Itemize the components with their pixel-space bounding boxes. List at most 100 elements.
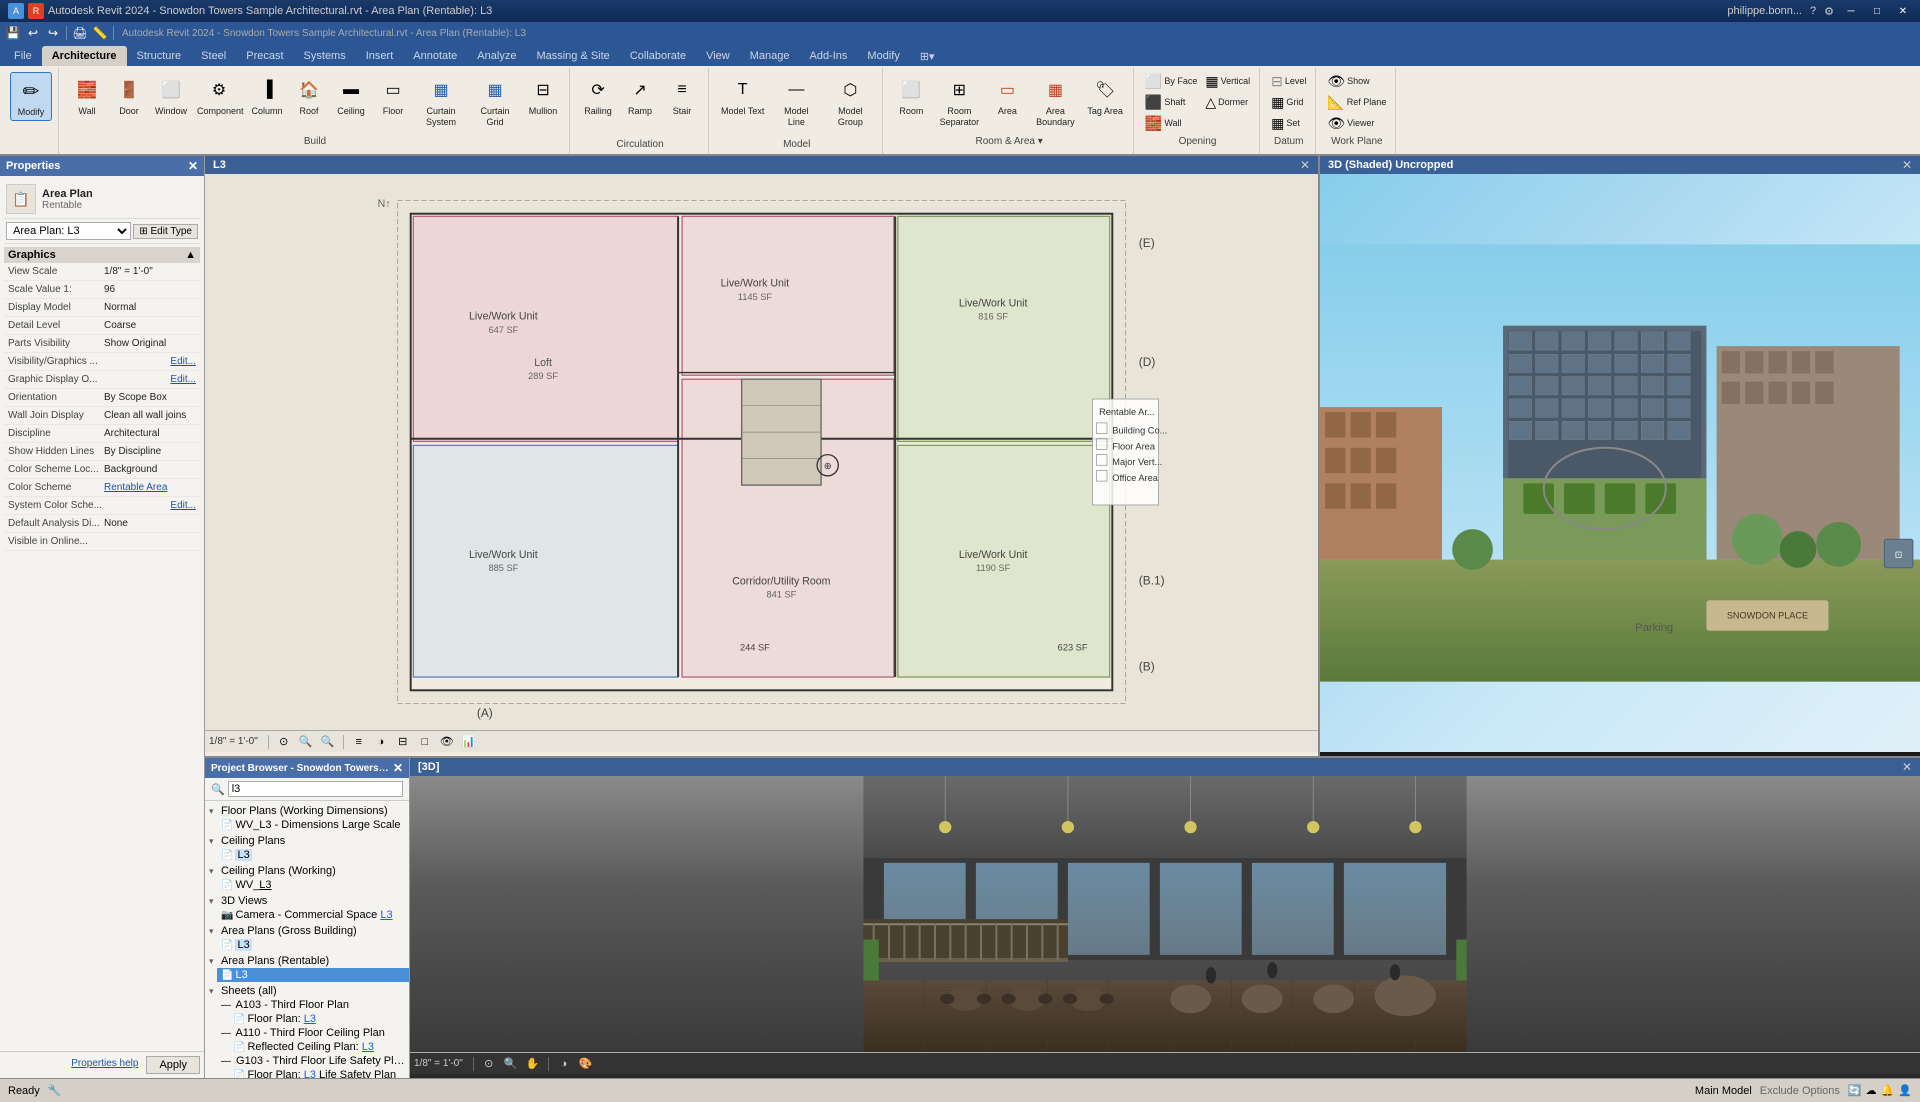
component-button[interactable]: ⚙ Component (193, 72, 245, 119)
properties-close-icon[interactable]: ✕ (188, 159, 198, 173)
properties-help-link[interactable]: Properties help (67, 1056, 142, 1074)
pb-item-a110[interactable]: — A110 - Third Floor Ceiling Plan (217, 1026, 409, 1040)
minimize-button[interactable]: ─ (1842, 4, 1860, 18)
pb-item-area-gross-l3[interactable]: 📄L3 (217, 938, 409, 952)
sync-icon[interactable]: 🔄 (1848, 1084, 1862, 1097)
shaft-button[interactable]: ⬛ Shaft (1142, 93, 1188, 112)
interior-view-canvas[interactable] (410, 776, 1920, 1052)
vertical-button[interactable]: ▦ Vertical (1202, 72, 1253, 91)
tab-insert[interactable]: Insert (356, 46, 404, 66)
wall-button[interactable]: 🧱 Wall (67, 72, 107, 119)
vtb-hide-crop[interactable]: □ (416, 733, 434, 751)
apply-button[interactable]: Apply (146, 1056, 200, 1074)
ceiling-button[interactable]: ▬ Ceiling (331, 72, 371, 119)
prop-selector-dropdown[interactable]: Area Plan: L3 (6, 222, 131, 240)
column-button[interactable]: ▐ Column (247, 72, 287, 119)
notifications-icon[interactable]: 🔔 (1881, 1084, 1895, 1097)
tab-addins[interactable]: Add-Ins (800, 46, 858, 66)
tab-precast[interactable]: Precast (236, 46, 293, 66)
vtb-zoom-in[interactable]: 🔍 (297, 733, 315, 751)
tab-manage[interactable]: Manage (740, 46, 800, 66)
print-button[interactable]: 🖨 (71, 24, 89, 42)
railing-button[interactable]: ⟳ Railing (578, 72, 618, 119)
settings-icon[interactable]: ⚙ (1824, 5, 1834, 18)
pb-item-a103[interactable]: — A103 - Third Floor Plan (217, 998, 409, 1012)
show-button[interactable]: 👁 Show (1324, 72, 1372, 91)
stair-button[interactable]: ≡ Stair (662, 72, 702, 119)
view-3d-bottom-close[interactable]: ✕ (1902, 760, 1912, 774)
cloud-icon[interactable]: ☁ (1866, 1084, 1877, 1097)
modify-button[interactable]: ✏ Modify (10, 72, 52, 121)
pb-3d-header[interactable]: ▾ 3D Views (205, 894, 409, 908)
graphics-section-header[interactable]: Graphics ▲ (4, 247, 200, 263)
help-icon[interactable]: ? (1810, 5, 1816, 17)
model-text-button[interactable]: T Model Text (717, 72, 768, 119)
tag-area-button[interactable]: 🏷 Tag Area (1083, 72, 1127, 119)
vtb-3d-zoom[interactable]: 🔍 (502, 1055, 520, 1073)
user-icon[interactable]: 👤 (1898, 1084, 1912, 1097)
edit-type-button[interactable]: ⊞ Edit Type (133, 224, 198, 239)
tab-file[interactable]: File (4, 46, 42, 66)
vtb-3d-shadows[interactable]: ◑ (555, 1055, 573, 1073)
pb-sheets-header[interactable]: ▾ Sheets (all) (205, 984, 409, 998)
pb-area-rentable-header[interactable]: ▾ Area Plans (Rentable) (205, 954, 409, 968)
ref-plane-button[interactable]: 📐 Ref Plane (1324, 93, 1389, 112)
pb-item-area-rentable-l3[interactable]: 📄L3 (217, 968, 409, 982)
room-separator-button[interactable]: ⊞ Room Separator (933, 72, 985, 130)
tab-architecture[interactable]: Architecture (42, 46, 127, 66)
wall-opening-button[interactable]: 🧱 Wall (1142, 114, 1185, 133)
tab-structure[interactable]: Structure (127, 46, 192, 66)
tab-systems[interactable]: Systems (294, 46, 356, 66)
tab-steel[interactable]: Steel (191, 46, 236, 66)
set-button[interactable]: ▦ Set (1268, 114, 1303, 133)
dormer-button[interactable]: △ Dormer (1202, 93, 1251, 112)
vtb-thin-lines[interactable]: ≡ (350, 733, 368, 751)
view-3d-close[interactable]: ✕ (1902, 158, 1912, 172)
pb-search-input[interactable] (228, 781, 403, 797)
door-button[interactable]: 🚪 Door (109, 72, 149, 119)
floorplan-canvas[interactable]: Live/Work Unit 647 SF Live/Work Unit 114… (205, 174, 1318, 730)
tab-annotate[interactable]: Annotate (403, 46, 467, 66)
room-button[interactable]: ⬜ Room (891, 72, 931, 119)
app-icon-a[interactable]: A (8, 3, 24, 19)
vtb-temporary-hide[interactable]: 👁 (438, 733, 456, 751)
window-button[interactable]: ⬜ Window (151, 72, 191, 119)
tab-modify[interactable]: Modify (857, 46, 909, 66)
vtb-crop[interactable]: ⊟ (394, 733, 412, 751)
pb-area-gross-header[interactable]: ▾ Area Plans (Gross Building) (205, 924, 409, 938)
pb-item-g103-floor[interactable]: 📄Floor Plan: L3 Life Safety Plan (229, 1068, 409, 1078)
vtb-zoom-out[interactable]: 🔍 (319, 733, 337, 751)
pb-item-wvl3-ceiling[interactable]: 📄WV_L3 (217, 878, 409, 892)
visibility-graphics-edit[interactable]: Edit... (170, 356, 196, 367)
mullion-button[interactable]: ⊟ Mullion (523, 72, 563, 119)
model-group-button[interactable]: ⬡ Model Group (824, 72, 876, 130)
view-3d-content[interactable]: SNOWDON PLACE Parking ⊡ (1320, 174, 1920, 752)
viewer-button[interactable]: 👁 Viewer (1324, 114, 1377, 133)
model-line-button[interactable]: — Model Line (770, 72, 822, 130)
app-icon-r[interactable]: R (28, 3, 44, 19)
pb-group-floor-plans-working-header[interactable]: ▾ Floor Plans (Working Dimensions) (205, 804, 409, 818)
pb-item-wvl3-dim[interactable]: 📄WV_L3 - Dimensions Large Scale (217, 818, 409, 832)
maximize-button[interactable]: □ (1868, 4, 1886, 18)
ramp-button[interactable]: ↗ Ramp (620, 72, 660, 119)
grid-button[interactable]: ▦ Grid (1268, 93, 1306, 112)
tab-view[interactable]: View (696, 46, 740, 66)
redo-button[interactable]: ↪ (44, 24, 62, 42)
pb-ceiling-header[interactable]: ▾ Ceiling Plans (205, 834, 409, 848)
level-button[interactable]: ⊟ Level (1268, 72, 1309, 91)
pb-item-g103[interactable]: — G103 - Third Floor Life Safety Plan (217, 1054, 409, 1068)
pb-ceiling-working-header[interactable]: ▾ Ceiling Plans (Working) (205, 864, 409, 878)
system-color-edit[interactable]: Edit... (170, 500, 196, 511)
pb-close-icon[interactable]: ✕ (393, 761, 403, 775)
vtb-shadows[interactable]: ◑ (372, 733, 390, 751)
area-boundary-button[interactable]: ▦ Area Boundary (1029, 72, 1081, 130)
pb-item-camera[interactable]: 📷Camera - Commercial Space L3 (217, 908, 409, 922)
close-button[interactable]: ✕ (1894, 4, 1912, 18)
tab-contextual[interactable]: ⊞▾ (910, 46, 945, 66)
pb-item-ceiling-l3[interactable]: 📄L3 (217, 848, 409, 862)
tab-analyze[interactable]: Analyze (467, 46, 526, 66)
tab-massing[interactable]: Massing & Site (526, 46, 619, 66)
by-face-button[interactable]: ⬜ By Face (1142, 72, 1200, 91)
area-button[interactable]: ▭ Area (987, 72, 1027, 119)
pb-item-a103-floor[interactable]: 📄Floor Plan: L3 (229, 1012, 409, 1026)
